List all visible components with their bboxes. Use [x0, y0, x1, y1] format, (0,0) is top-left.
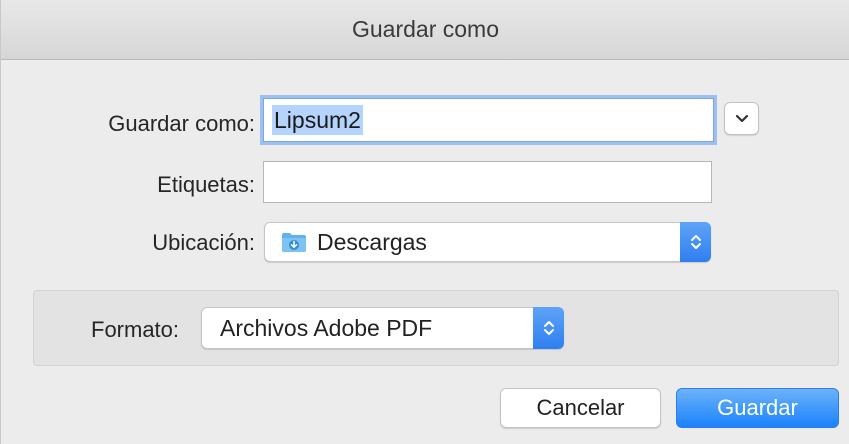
format-stepper [533, 307, 564, 349]
location-stepper [680, 222, 711, 262]
save-as-field[interactable]: Lipsum2 [263, 98, 714, 142]
save-button[interactable]: Guardar [676, 388, 839, 428]
format-value: Archivos Adobe PDF [220, 314, 433, 341]
save-as-label: Guardar como: [108, 111, 255, 136]
save-dialog: Guardar como Guardar como: Lipsum2 Etiqu… [0, 0, 849, 444]
tags-label: Etiquetas: [157, 172, 255, 197]
cancel-button[interactable]: Cancelar [500, 388, 661, 428]
window-title: Guardar como [351, 16, 499, 42]
title-bar[interactable]: Guardar como [1, 0, 849, 60]
up-down-arrows-icon [543, 321, 554, 335]
chevron-down-icon [735, 114, 748, 122]
save-as-value: Lipsum2 [272, 105, 363, 135]
format-label: Formato: [91, 317, 180, 342]
expand-dialog-button[interactable] [724, 102, 759, 135]
location-label: Ubicación: [152, 230, 255, 255]
location-popup[interactable]: Descargas [264, 222, 711, 262]
up-down-arrows-icon [690, 235, 701, 249]
location-value: Descargas [317, 228, 427, 255]
format-panel: Formato: Archivos Adobe PDF [33, 290, 839, 366]
downloads-folder-icon [281, 231, 307, 253]
format-popup[interactable]: Archivos Adobe PDF [201, 307, 564, 349]
tags-field[interactable] [263, 161, 712, 203]
